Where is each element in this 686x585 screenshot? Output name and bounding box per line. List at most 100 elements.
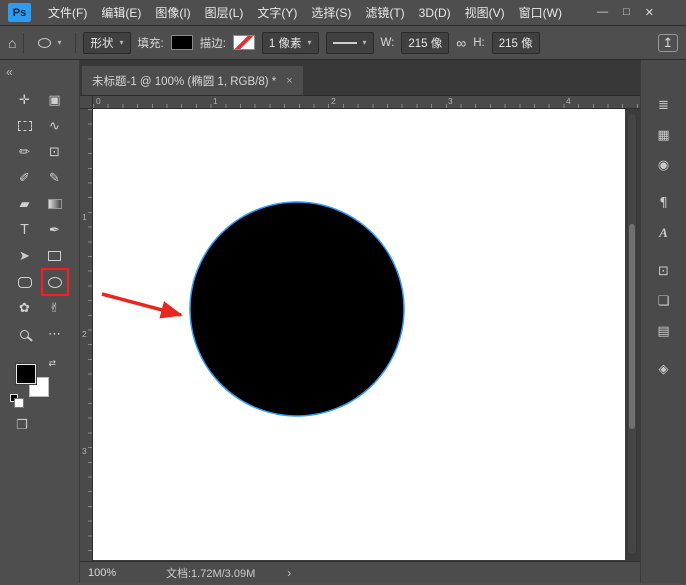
paragraph-icon[interactable]: ¶ xyxy=(650,192,678,214)
rectangle-icon xyxy=(48,251,61,261)
menu-item-filter[interactable]: 滤镜(T) xyxy=(358,4,411,21)
photoshop-logo: Ps xyxy=(8,3,31,22)
hand-tool[interactable]: ✌ xyxy=(43,296,67,320)
link-dimensions-icon[interactable]: ∞ xyxy=(456,35,466,51)
tool-preset-picker[interactable]: ▾ xyxy=(31,32,68,54)
quick-selection-icon: ✏ xyxy=(19,145,30,160)
paragraph-styles-icon[interactable]: ▤ xyxy=(650,320,678,342)
tab-close-icon[interactable]: × xyxy=(286,75,292,87)
shape-width-input[interactable]: 215 像 xyxy=(401,32,449,54)
glyphs-icon[interactable]: A xyxy=(650,222,678,244)
pen-tool[interactable]: ✒ xyxy=(43,218,67,242)
eraser-tool[interactable]: ▰ xyxy=(13,192,37,216)
menu-item-layer[interactable]: 图层(L) xyxy=(198,4,251,21)
marquee-icon xyxy=(18,121,32,131)
menu-item-image[interactable]: 图像(I) xyxy=(148,4,197,21)
pen-icon: ✒ xyxy=(49,223,60,238)
move-tool[interactable]: ✛ xyxy=(13,88,37,112)
ellipse-shape-layer[interactable] xyxy=(190,202,404,416)
fill-color-swatch[interactable] xyxy=(171,35,193,50)
chevron-down-icon: ▾ xyxy=(119,38,123,47)
rectangle-tool[interactable] xyxy=(43,244,67,268)
menu-item-select[interactable]: 选择(S) xyxy=(304,4,358,21)
separator xyxy=(75,33,76,53)
ellipse-tool[interactable] xyxy=(43,270,67,294)
custom-shape-icon: ✿ xyxy=(19,301,30,316)
frame-tool[interactable]: ▣ xyxy=(43,88,67,112)
collapse-panel-icon[interactable]: « xyxy=(0,60,79,82)
stroke-width-select[interactable]: 1 像素 ▾ xyxy=(262,32,319,54)
screen-mode-icon[interactable]: ❐ xyxy=(16,418,79,433)
layers-icon[interactable]: ◈ xyxy=(650,358,678,380)
type-tool[interactable]: T xyxy=(13,218,37,242)
menu-item-window[interactable]: 窗口(W) xyxy=(512,4,569,21)
width-label: W: xyxy=(381,37,395,49)
custom-shape-tool[interactable]: ✿ xyxy=(13,296,37,320)
share-icon[interactable]: ↥ xyxy=(658,34,678,52)
panel-group: ¶ A xyxy=(650,192,678,244)
tools-panel: « ✛ ▣ ∿ ✏ ⊡ ✐ ✎ ▰ T ✒ ➤ ✿ ✌ ⋯ ⇄ xyxy=(0,60,80,583)
status-flyout-icon[interactable]: › xyxy=(287,566,291,580)
canvas-viewport: 0 1 2 3 4 1 2 3 xyxy=(80,96,640,561)
color-wheel-icon[interactable]: ◉ xyxy=(650,154,678,176)
close-button[interactable]: ✕ xyxy=(645,6,654,19)
stroke-style-select[interactable]: ▾ xyxy=(326,32,374,54)
frame-icon: ▣ xyxy=(48,93,60,108)
chevron-down-icon: ▾ xyxy=(57,38,61,47)
menu-item-view[interactable]: 视图(V) xyxy=(458,4,512,21)
gradient-tool[interactable] xyxy=(43,192,67,216)
tool-mode-select[interactable]: 形状 ▾ xyxy=(83,32,130,54)
quick-selection-tool[interactable]: ✏ xyxy=(13,140,37,164)
zoom-level-field[interactable]: 100% xyxy=(88,567,122,579)
menu-item-file[interactable]: 文件(F) xyxy=(41,4,94,21)
swap-colors-icon[interactable]: ⇄ xyxy=(48,358,56,369)
more-tools[interactable]: ⋯ xyxy=(43,322,67,346)
ruler-tick-label: 4 xyxy=(566,97,571,106)
rectangular-marquee-tool[interactable] xyxy=(13,114,37,138)
rounded-rectangle-tool[interactable] xyxy=(13,270,37,294)
vertical-scrollbar[interactable] xyxy=(627,113,637,555)
brush-icon: ✎ xyxy=(49,171,60,186)
move-icon: ✛ xyxy=(19,93,30,108)
brush-tool[interactable]: ✎ xyxy=(43,166,67,190)
type-icon: T xyxy=(21,223,29,238)
rounded-rectangle-icon xyxy=(18,277,32,288)
shape-height-value: 215 像 xyxy=(499,35,533,51)
hand-icon: ✌ xyxy=(49,301,60,316)
minimize-button[interactable]: — xyxy=(597,6,608,19)
main-area: « ✛ ▣ ∿ ✏ ⊡ ✐ ✎ ▰ T ✒ ➤ ✿ ✌ ⋯ ⇄ xyxy=(0,60,686,583)
home-icon[interactable]: ⌂ xyxy=(8,35,16,51)
panel-group: ≣ ▦ ◉ xyxy=(650,94,678,176)
crop-tool[interactable]: ⊡ xyxy=(43,140,67,164)
menu-item-3d[interactable]: 3D(D) xyxy=(412,6,458,20)
ruler-corner xyxy=(80,96,93,109)
menu-item-edit[interactable]: 编辑(E) xyxy=(94,4,148,21)
ruler-tick-label: 3 xyxy=(448,97,453,106)
properties-icon[interactable]: ⊡ xyxy=(650,260,678,282)
ellipse-preset-icon xyxy=(38,38,51,48)
document-tab[interactable]: 未标题-1 @ 100% (椭圆 1, RGB/8) * × xyxy=(82,66,303,95)
zoom-tool[interactable] xyxy=(13,322,37,346)
swatches-icon[interactable]: ▦ xyxy=(650,124,678,146)
default-colors-icon[interactable] xyxy=(10,394,18,402)
shape-height-input[interactable]: 215 像 xyxy=(492,32,540,54)
stroke-width-value: 1 像素 xyxy=(269,35,302,51)
stroke-color-swatch[interactable] xyxy=(233,35,255,50)
maximize-button[interactable]: □ xyxy=(623,6,630,19)
lasso-tool[interactable]: ∿ xyxy=(43,114,67,138)
solid-line-icon xyxy=(333,42,357,44)
scrollbar-thumb[interactable] xyxy=(629,224,635,429)
tool-mode-value: 形状 xyxy=(90,35,113,51)
eyedropper-tool[interactable]: ✐ xyxy=(13,166,37,190)
eyedropper-icon: ✐ xyxy=(19,171,30,186)
ellipsis-icon: ⋯ xyxy=(48,327,61,342)
magnifier-icon xyxy=(20,330,29,339)
tools-grid: ✛ ▣ ∿ ✏ ⊡ ✐ ✎ ▰ T ✒ ➤ ✿ ✌ ⋯ xyxy=(0,88,79,346)
document-canvas[interactable] xyxy=(93,109,625,560)
path-selection-tool[interactable]: ➤ xyxy=(13,244,37,268)
shape-width-value: 215 像 xyxy=(408,35,442,51)
libraries-icon[interactable]: ❏ xyxy=(650,290,678,312)
adjustments-icon[interactable]: ≣ xyxy=(650,94,678,116)
menu-item-type[interactable]: 文字(Y) xyxy=(250,4,304,21)
foreground-color-swatch[interactable] xyxy=(16,364,36,384)
